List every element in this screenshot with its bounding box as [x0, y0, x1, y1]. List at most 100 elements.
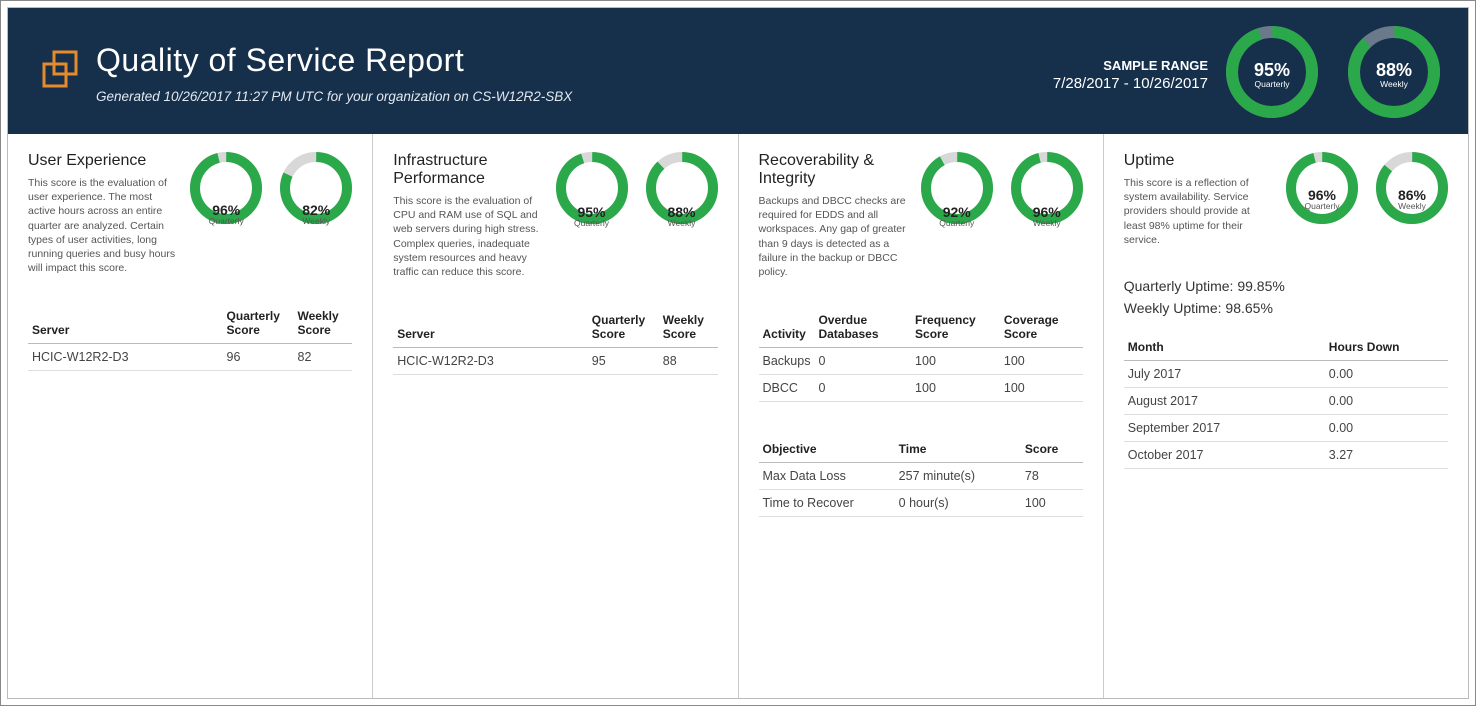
table-cell: 100	[1021, 490, 1083, 517]
table-cell: 100	[911, 348, 1000, 375]
donut-center: 92%Quarterly	[921, 152, 993, 279]
logo-icon	[40, 48, 82, 90]
table-cell: 100	[911, 375, 1000, 402]
table-cell: 0.00	[1325, 414, 1448, 441]
weekly-uptime-line: Weekly Uptime: 98.65%	[1124, 297, 1448, 319]
report-header: Quality of Service Report Generated 10/2…	[8, 8, 1468, 134]
panel-title: Recoverability & Integrity	[759, 152, 909, 188]
table-cell: HCIC-W12R2-D3	[28, 344, 223, 371]
th-freq: Frequency Score	[911, 307, 1000, 348]
table-cell: DBCC	[759, 375, 815, 402]
table-cell: July 2017	[1124, 360, 1325, 387]
donut-center: 96%Quarterly	[1286, 152, 1358, 247]
recovery-gauge-quarterly: 92%Quarterly	[921, 152, 993, 279]
ux-table: Server Quarterly Score Weekly Score HCIC…	[28, 303, 352, 371]
th-qscore: Quarterly Score	[588, 307, 659, 348]
table-row: Backups0100100	[759, 348, 1083, 375]
donut-period: Quarterly	[574, 218, 609, 228]
th-qscore: Quarterly Score	[223, 303, 294, 344]
table-cell: 0.00	[1325, 387, 1448, 414]
donut-period: Weekly	[668, 218, 696, 228]
donut-period: Quarterly	[1305, 201, 1340, 211]
table-cell: 0	[814, 375, 911, 402]
th-wscore: Weekly Score	[659, 307, 718, 348]
donut-period: Quarterly	[209, 216, 244, 226]
table-row: Time to Recover0 hour(s)100	[759, 490, 1083, 517]
table-cell: 96	[223, 344, 294, 371]
table-cell: 0	[814, 348, 911, 375]
table-row: October 20173.27	[1124, 441, 1448, 468]
table-cell: October 2017	[1124, 441, 1325, 468]
table-row: August 20170.00	[1124, 387, 1448, 414]
uptime-table: Month Hours Down July 20170.00August 201…	[1124, 334, 1448, 469]
table-cell: 95	[588, 348, 659, 375]
th-server: Server	[28, 303, 223, 344]
table-cell: September 2017	[1124, 414, 1325, 441]
donut-period: Weekly	[1033, 218, 1061, 228]
infra-gauge-quarterly: 95%Quarterly	[556, 152, 628, 279]
sample-range-label: SAMPLE RANGE	[1053, 58, 1208, 73]
table-cell: 257 minute(s)	[895, 463, 1021, 490]
donut-period: Weekly	[1398, 201, 1426, 211]
table-row: DBCC0100100	[759, 375, 1083, 402]
table-cell: Max Data Loss	[759, 463, 895, 490]
recovery-objective-table: Objective Time Score Max Data Loss257 mi…	[759, 436, 1083, 517]
donut-period: Quarterly	[1255, 79, 1290, 89]
uptime-gauge-weekly: 86%Weekly	[1376, 152, 1448, 247]
ux-gauge-weekly: 82%Weekly	[280, 152, 352, 275]
table-cell: 82	[294, 344, 353, 371]
panel-desc: This score is the evaluation of CPU and …	[393, 194, 545, 279]
donut-period: Weekly	[302, 216, 330, 226]
sample-range: SAMPLE RANGE 7/28/2017 - 10/26/2017	[1053, 58, 1208, 92]
th-hours: Hours Down	[1325, 334, 1448, 361]
donut-center: 96%Quarterly	[190, 152, 262, 275]
table-cell: 78	[1021, 463, 1083, 490]
table-cell: 100	[1000, 348, 1083, 375]
panel-title: User Experience	[28, 152, 180, 170]
table-row: HCIC-W12R2-D39588	[393, 348, 717, 375]
recovery-activity-table: Activity Overdue Databases Frequency Sco…	[759, 307, 1083, 402]
donut-center: 95%Quarterly	[556, 152, 628, 279]
th-cov: Coverage Score	[1000, 307, 1083, 348]
donut-center: 95%Quarterly	[1226, 26, 1318, 123]
table-cell: 88	[659, 348, 718, 375]
donut-percent: 95%	[1254, 60, 1290, 81]
panel-title: Uptime	[1124, 152, 1274, 170]
infra-table: Server Quarterly Score Weekly Score HCIC…	[393, 307, 717, 375]
table-cell: HCIC-W12R2-D3	[393, 348, 588, 375]
th-server: Server	[393, 307, 588, 348]
table-row: HCIC-W12R2-D39682	[28, 344, 352, 371]
th-month: Month	[1124, 334, 1325, 361]
table-cell: 100	[1000, 375, 1083, 402]
th-activity: Activity	[759, 307, 815, 348]
panel-user-experience: User Experience This score is the evalua…	[8, 134, 373, 698]
report-title: Quality of Service Report	[96, 42, 572, 79]
table-cell: Time to Recover	[759, 490, 895, 517]
donut-center: 88%Weekly	[646, 152, 718, 279]
donut-center: 96%Weekly	[1011, 152, 1083, 279]
infra-gauge-weekly: 88%Weekly	[646, 152, 718, 279]
panel-uptime: Uptime This score is a reflection of sys…	[1104, 134, 1468, 698]
header-gauge-weekly: 88%Weekly	[1348, 26, 1440, 123]
header-gauge-quarterly: 95%Quarterly	[1226, 26, 1318, 123]
panels-row: User Experience This score is the evalua…	[8, 134, 1468, 698]
th-overdue: Overdue Databases	[814, 307, 911, 348]
table-row: September 20170.00	[1124, 414, 1448, 441]
uptime-gauge-quarterly: 96%Quarterly	[1286, 152, 1358, 247]
th-wscore: Weekly Score	[294, 303, 353, 344]
table-cell: 3.27	[1325, 441, 1448, 468]
donut-center: 86%Weekly	[1376, 152, 1448, 247]
panel-desc: This score is a reflection of system ava…	[1124, 176, 1274, 247]
donut-center: 82%Weekly	[280, 152, 352, 275]
report-subtitle: Generated 10/26/2017 11:27 PM UTC for yo…	[96, 89, 572, 104]
panel-desc: Backups and DBCC checks are required for…	[759, 194, 909, 279]
sample-range-dates: 7/28/2017 - 10/26/2017	[1053, 75, 1208, 92]
table-row: Max Data Loss257 minute(s)78	[759, 463, 1083, 490]
table-cell: 0 hour(s)	[895, 490, 1021, 517]
table-cell: 0.00	[1325, 360, 1448, 387]
panel-title: Infrastructure Performance	[393, 152, 545, 188]
donut-period: Weekly	[1380, 79, 1408, 89]
quarterly-uptime-line: Quarterly Uptime: 99.85%	[1124, 275, 1448, 297]
donut-center: 88%Weekly	[1348, 26, 1440, 123]
th-score: Score	[1021, 436, 1083, 463]
